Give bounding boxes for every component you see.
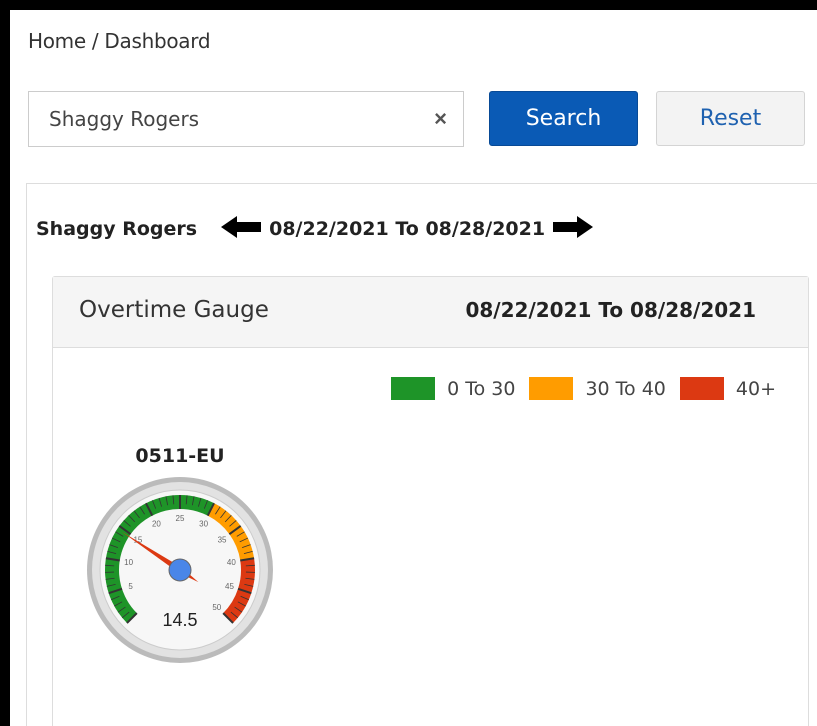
gauge-tick-label: 40 (227, 558, 236, 567)
legend-item: 0 To 30 (391, 377, 515, 400)
legend-label: 40+ (735, 377, 776, 400)
legend-item: 30 To 40 (529, 377, 666, 400)
gauge-tick (105, 564, 115, 567)
panel-date-range: 08/22/2021 To 08/28/2021 (465, 298, 756, 322)
dashboard-page: Home / Dashboard × Search Reset Shaggy R… (10, 10, 817, 726)
gauge-tick-label: 5 (128, 582, 133, 591)
legend-swatch-green (391, 377, 436, 400)
legend-swatch-red (679, 377, 724, 400)
gauge-tick-label: 45 (225, 582, 234, 591)
legend-swatch-orange (529, 377, 574, 400)
previous-arrow-icon[interactable] (221, 215, 262, 243)
panel-header: Overtime Gauge 08/22/2021 To 08/28/2021 (53, 277, 808, 348)
panel-title: Overtime Gauge (79, 297, 269, 323)
gauge-tick-label: 50 (212, 603, 221, 612)
gauge-legend: 0 To 30 30 To 40 40+ (377, 377, 776, 400)
search-button[interactable]: Search (489, 91, 638, 146)
gauge-tick-label: 25 (176, 514, 185, 523)
gauge-dial: 510152025303540455014.5 (87, 477, 273, 663)
reset-button[interactable]: Reset (656, 91, 805, 146)
legend-item: 40+ (679, 377, 776, 400)
gauge: 0511-EU 5 10 15 20 25 30 35 40 45 50 14.5 (85, 445, 275, 675)
gauge-tick-label: 20 (152, 520, 161, 529)
gauge-tick-label: 30 (199, 520, 208, 529)
gauge-needle-hub (168, 558, 192, 582)
search-box: × (28, 91, 464, 147)
breadcrumb: Home / Dashboard (28, 29, 211, 53)
date-range-nav: Shaggy Rogers 08/22/2021 To 08/28/2021 (36, 214, 594, 244)
legend-label: 0 To 30 (447, 377, 516, 400)
gauge-tick (245, 564, 255, 567)
legend-label: 30 To 40 (585, 377, 666, 400)
date-range-text: 08/22/2021 To 08/28/2021 (269, 218, 546, 240)
overtime-gauge-panel: Overtime Gauge 08/22/2021 To 08/28/2021 … (52, 276, 809, 726)
clear-icon[interactable]: × (434, 106, 447, 132)
gauge-tick-label: 35 (218, 535, 227, 544)
gauge-label: 0511-EU (135, 445, 225, 467)
next-arrow-icon[interactable] (553, 215, 594, 243)
gauge-value: 14.5 (162, 610, 197, 630)
gauge-tick-label: 10 (124, 558, 133, 567)
employee-name: Shaggy Rogers (36, 218, 198, 240)
search-input[interactable] (49, 104, 409, 134)
